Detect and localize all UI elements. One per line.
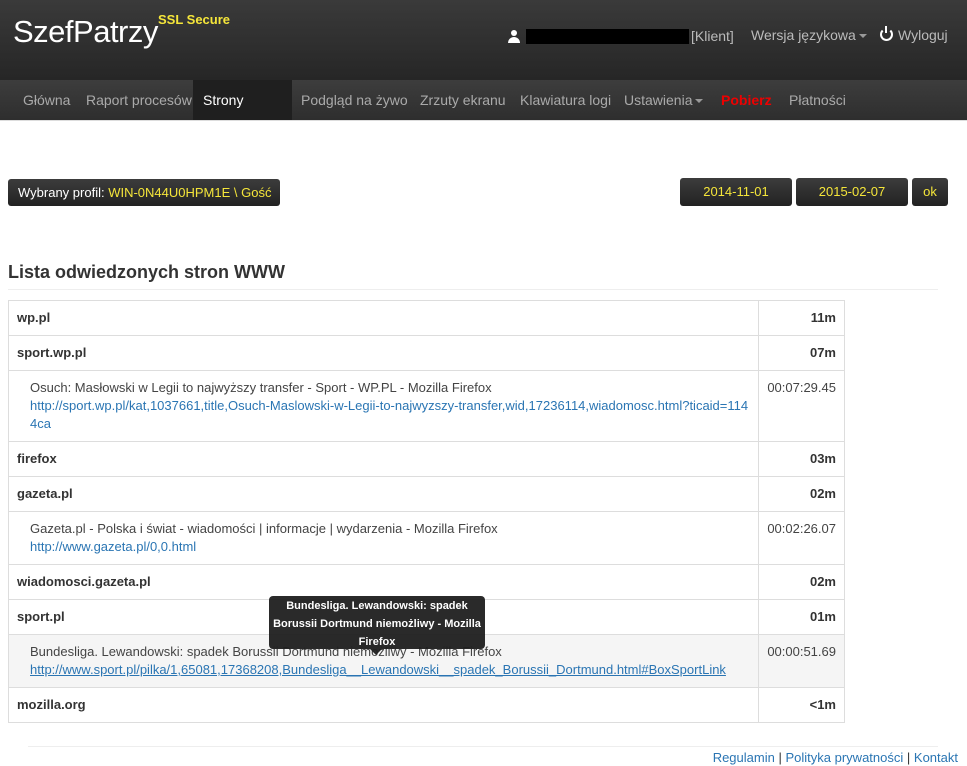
page-url-link[interactable]: http://sport.wp.pl/kat,1037661,title,Osu… (30, 397, 750, 433)
top-header: SzefPatrzy SSL Secure [Klient] Wersja ję… (0, 0, 967, 81)
site-name: wp.pl (8, 300, 759, 336)
page-detail-row: Osuch: Masłowski w Legii to najwyższy tr… (8, 370, 845, 442)
user-menu[interactable]: [Klient] (508, 27, 734, 45)
link-tooltip: Bundesliga. Lewandowski: spadek Borussii… (269, 596, 485, 655)
logout-link[interactable]: Wyloguj (880, 26, 948, 43)
site-duration: 03m (758, 441, 845, 477)
nav-item-zrzuty-ekranu[interactable]: Zrzuty ekranu (410, 80, 516, 120)
date-from-button[interactable]: 2014-11-01 (680, 178, 792, 206)
page-title-text: Osuch: Masłowski w Legii to najwyższy tr… (30, 380, 492, 395)
site-name: firefox (8, 441, 759, 477)
regulamin-link[interactable]: Regulamin (713, 750, 775, 765)
page-time: 00:02:26.07 (758, 511, 845, 565)
footer-divider (28, 746, 938, 747)
page-url-link[interactable]: http://www.gazeta.pl/0,0.html (30, 538, 750, 556)
page-time: 00:00:51.69 (758, 634, 845, 688)
site-name: mozilla.org (8, 687, 759, 723)
site-row[interactable]: mozilla.org <1m (8, 687, 845, 723)
user-role: [Klient] (691, 28, 734, 44)
page-detail: Osuch: Masłowski w Legii to najwyższy tr… (8, 370, 759, 442)
language-label: Wersja językowa (751, 27, 856, 43)
site-row[interactable]: wiadomosci.gazeta.pl 02m (8, 564, 845, 600)
user-icon (508, 29, 520, 43)
language-dropdown[interactable]: Wersja językowa (751, 27, 867, 43)
chevron-down-icon (858, 34, 867, 39)
nav-item-platnosci[interactable]: Płatności (779, 80, 856, 120)
nav-item-ustawienia[interactable]: Ustawienia (614, 80, 713, 120)
brand-logo[interactable]: SzefPatrzy (13, 14, 158, 50)
site-duration: 11m (758, 300, 845, 336)
page-detail: Gazeta.pl - Polska i świat - wiadomości … (8, 511, 759, 565)
nav-item-strony-www[interactable]: Strony WWW (193, 80, 292, 148)
privacy-policy-link[interactable]: Polityka prywatności (785, 750, 903, 765)
power-icon (880, 26, 893, 41)
nav-item-podglad-na-zywo[interactable]: Podgląd na żywo (291, 80, 418, 120)
footer-links: Regulamin | Polityka prywatności | Konta… (713, 750, 958, 765)
nav-item-raport-procesow[interactable]: Raport procesów (76, 80, 202, 120)
site-row[interactable]: sport.wp.pl 07m (8, 335, 845, 371)
site-row[interactable]: firefox 03m (8, 441, 845, 477)
chevron-down-icon (695, 99, 704, 104)
profile-selector[interactable]: Wybrany profil: WIN-0N44U0HPM1E \ Gość (8, 179, 280, 206)
site-name: wiadomosci.gazeta.pl (8, 564, 759, 600)
title-divider (8, 289, 938, 290)
site-row[interactable]: wp.pl 11m (8, 300, 845, 336)
nav-ustawienia-label: Ustawienia (624, 92, 693, 108)
page-time: 00:07:29.45 (758, 370, 845, 442)
ssl-badge: SSL Secure (158, 12, 231, 27)
site-duration: 01m (758, 599, 845, 635)
redacted-username (526, 28, 689, 44)
nav-item-klawiatura-logi[interactable]: Klawiatura logi (510, 80, 621, 120)
site-duration: 07m (758, 335, 845, 371)
nav-item-glowna[interactable]: Główna (13, 80, 80, 120)
site-duration: 02m (758, 476, 845, 512)
profile-value: WIN-0N44U0HPM1E \ Gość (108, 185, 272, 200)
site-duration: 02m (758, 564, 845, 600)
footer-separator: | (778, 750, 782, 765)
logout-label: Wyloguj (898, 27, 948, 43)
profile-label: Wybrany profil: (18, 185, 105, 200)
site-duration: <1m (758, 687, 845, 723)
page-detail-row: Gazeta.pl - Polska i świat - wiadomości … (8, 511, 845, 565)
nav-item-pobierz[interactable]: Pobierz (711, 80, 782, 120)
ok-button[interactable]: ok (912, 178, 948, 206)
footer-separator: | (906, 750, 911, 765)
page-url-link[interactable]: http://www.sport.pl/pilka/1,65081,173682… (30, 661, 750, 679)
site-row[interactable]: gazeta.pl 02m (8, 476, 845, 512)
main-navbar: Główna Raport procesów Strony WWW Podglą… (0, 80, 967, 148)
contact-link[interactable]: Kontakt (914, 750, 958, 765)
site-name: sport.wp.pl (8, 335, 759, 371)
page-title: Lista odwiedzonych stron WWW (8, 262, 285, 282)
date-to-button[interactable]: 2015-02-07 (796, 178, 908, 206)
visited-sites-table: wp.pl 11m sport.wp.pl 07m Osuch: Masłows… (8, 300, 845, 723)
site-name: gazeta.pl (8, 476, 759, 512)
page-title-text: Gazeta.pl - Polska i świat - wiadomości … (30, 521, 498, 536)
